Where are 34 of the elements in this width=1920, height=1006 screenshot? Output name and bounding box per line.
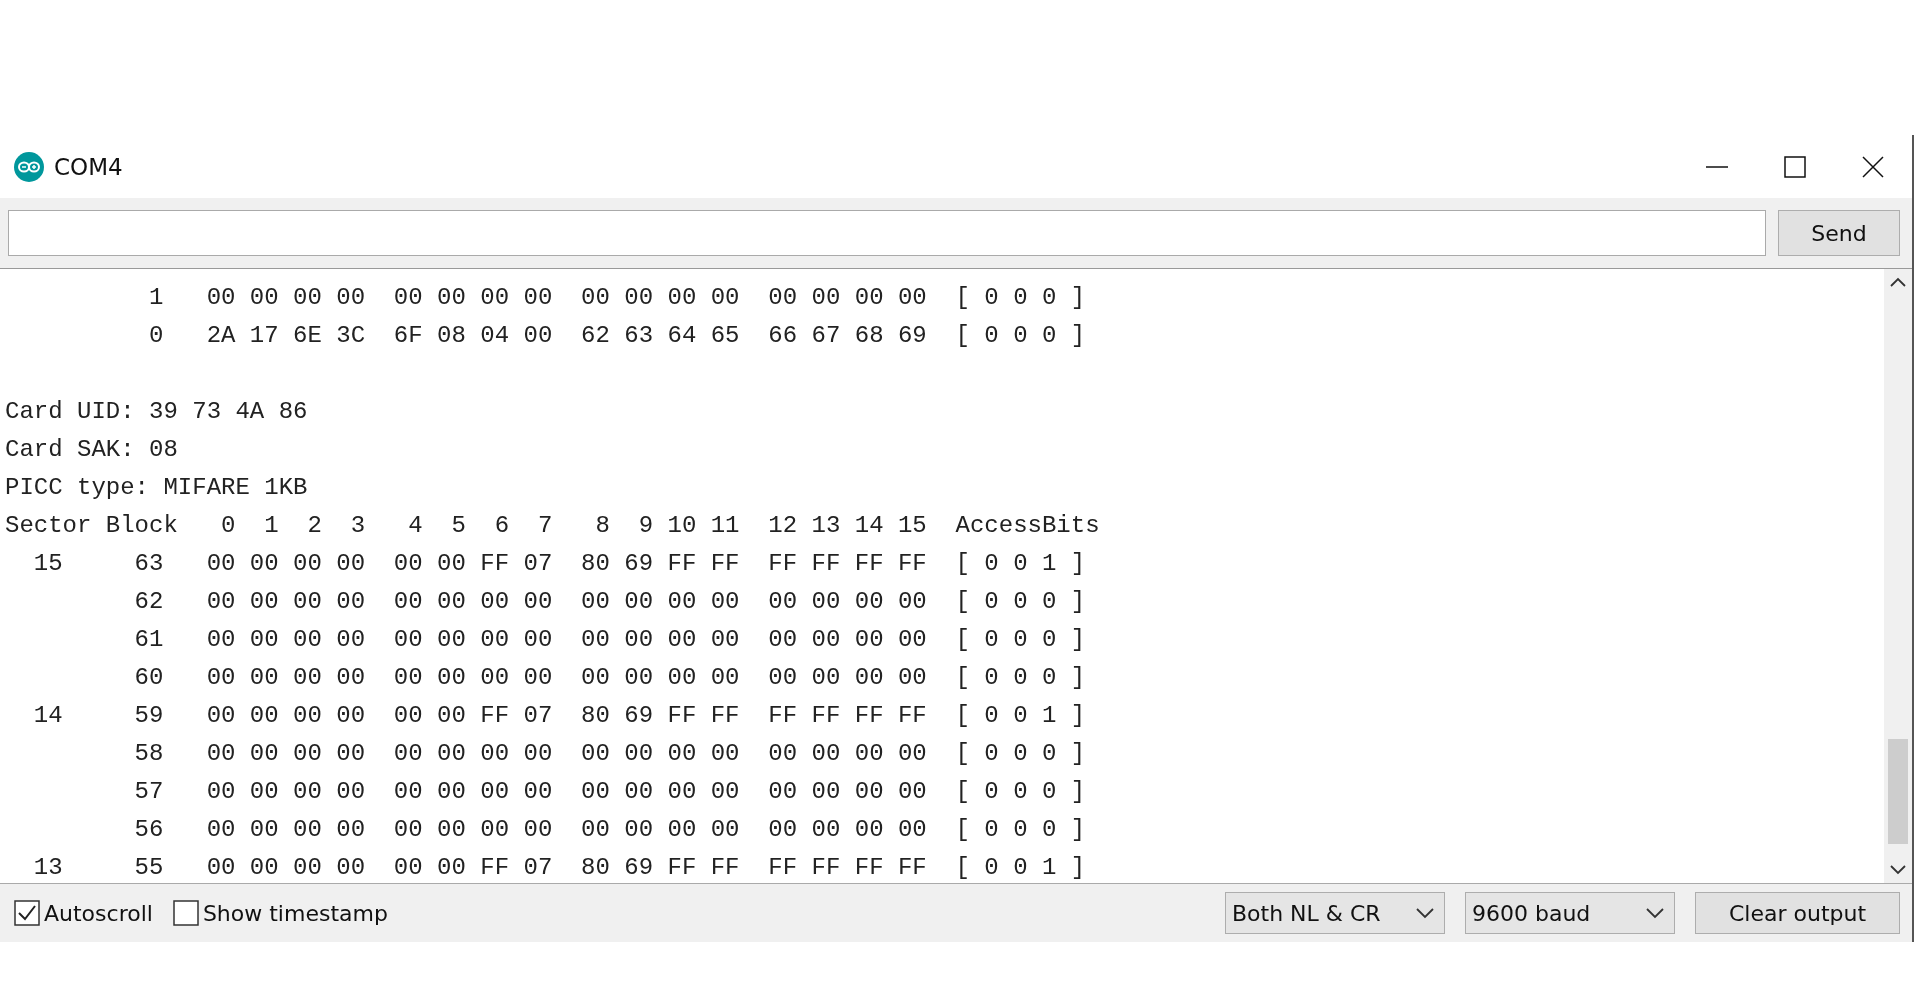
scroll-up-icon[interactable] [1890, 277, 1906, 287]
close-icon[interactable] [1862, 155, 1884, 178]
checkbox[interactable] [172, 900, 199, 926]
output-line: Card UID: 39 73 4A 86 [5, 397, 308, 427]
app-logo-icon [14, 151, 44, 182]
output-line: 60 00 00 00 00 00 00 00 00 00 00 00 00 00 00 00 00 [ 0 0 0 ] [133, 663, 1086, 693]
output-line: 58 00 00 00 00 00 00 00 00 00 00 00 00 00 00 00 00 [ 0 0 0 ] [133, 739, 1086, 769]
output-line: 1 00 00 00 00 00 00 00 00 00 00 00 00 00 00 00 00 [ 0 0 0 ] [148, 283, 1086, 313]
autoscroll-label: Autoscroll [44, 900, 153, 926]
output-line: 61 00 00 00 00 00 00 00 00 00 00 00 00 00 00 00 00 [ 0 0 0 ] [133, 625, 1086, 655]
message-input[interactable] [8, 210, 1766, 256]
window-title: COM4 [54, 153, 124, 180]
output-line: 0 2A 17 6E 3C 6F 08 04 00 62 63 64 65 66 67 68 69 [ 0 0 0 ] [148, 321, 1086, 351]
output-line: PICC type: MIFARE 1KB [5, 473, 308, 503]
output-line: 56 00 00 00 00 00 00 00 00 00 00 00 00 00 00 00 00 [ 0 0 0 ] [133, 815, 1086, 845]
checkbox[interactable] [14, 900, 40, 926]
maximize-icon[interactable] [1784, 155, 1806, 178]
line-ending-dropdown[interactable]: Both NL & CR [1225, 892, 1445, 934]
output-line: 15 63 00 00 00 00 00 00 FF 07 80 69 FF FF FF FF FF FF [ 0 0 1 ] [32, 549, 1086, 579]
caret-icon [1646, 907, 1664, 919]
clear-output-button[interactable]: Clear output [1695, 892, 1900, 934]
scrollbar-thumb[interactable] [1888, 739, 1908, 844]
send-button[interactable]: Send [1778, 210, 1900, 256]
output-line: 13 55 00 00 00 00 00 00 FF 07 80 69 FF FF FF FF FF FF [ 0 0 1 ] [32, 853, 1086, 883]
output-line: Sector Block 0 1 2 3 4 5 6 7 8 9 10 11 12 13 14 15 AccessBits [5, 511, 1100, 541]
scrollbar[interactable] [1884, 269, 1912, 883]
baud-rate-dropdown[interactable]: 9600 baud [1465, 892, 1675, 934]
timestamp-label: Show timestamp [202, 900, 388, 926]
output-line: Card SAK: 08 [5, 435, 178, 465]
output-line: 57 00 00 00 00 00 00 00 00 00 00 00 00 00 00 00 00 [ 0 0 0 ] [133, 777, 1086, 807]
caret-icon [1416, 907, 1434, 919]
output-line: 62 00 00 00 00 00 00 00 00 00 00 00 00 00 00 00 00 [ 0 0 0 ] [133, 587, 1086, 617]
output-line: 14 59 00 00 00 00 00 00 FF 07 80 69 FF FF FF FF FF FF [ 0 0 1 ] [32, 701, 1086, 731]
scroll-down-icon[interactable] [1890, 865, 1906, 875]
